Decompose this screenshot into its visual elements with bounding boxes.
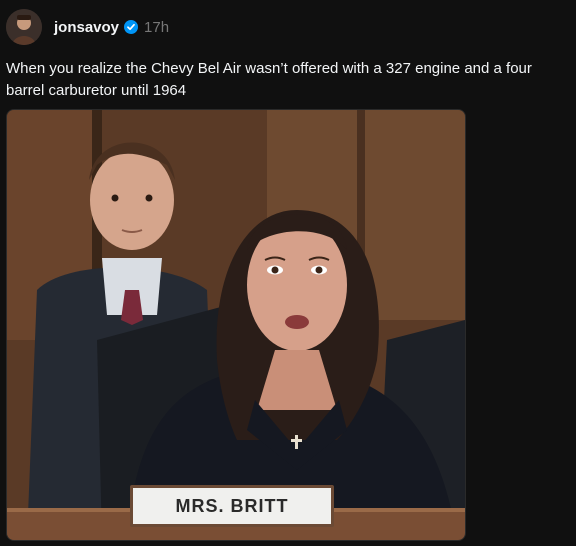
username-link[interactable]: jonsavoy — [54, 19, 119, 36]
post-header: jonsavoy 17h — [6, 8, 169, 46]
verified-badge-icon — [124, 20, 139, 34]
nameplate-text: MRS. BRITT — [175, 495, 289, 516]
nameplate: MRS. BRITT — [130, 485, 334, 527]
media-image — [7, 110, 465, 540]
post-caption: When you realize the Chevy Bel Air wasn’… — [6, 60, 532, 99]
post-timestamp[interactable]: 17h — [144, 19, 169, 36]
post-media[interactable]: MRS. BRITT — [6, 109, 466, 541]
profile-avatar[interactable] — [6, 9, 42, 45]
